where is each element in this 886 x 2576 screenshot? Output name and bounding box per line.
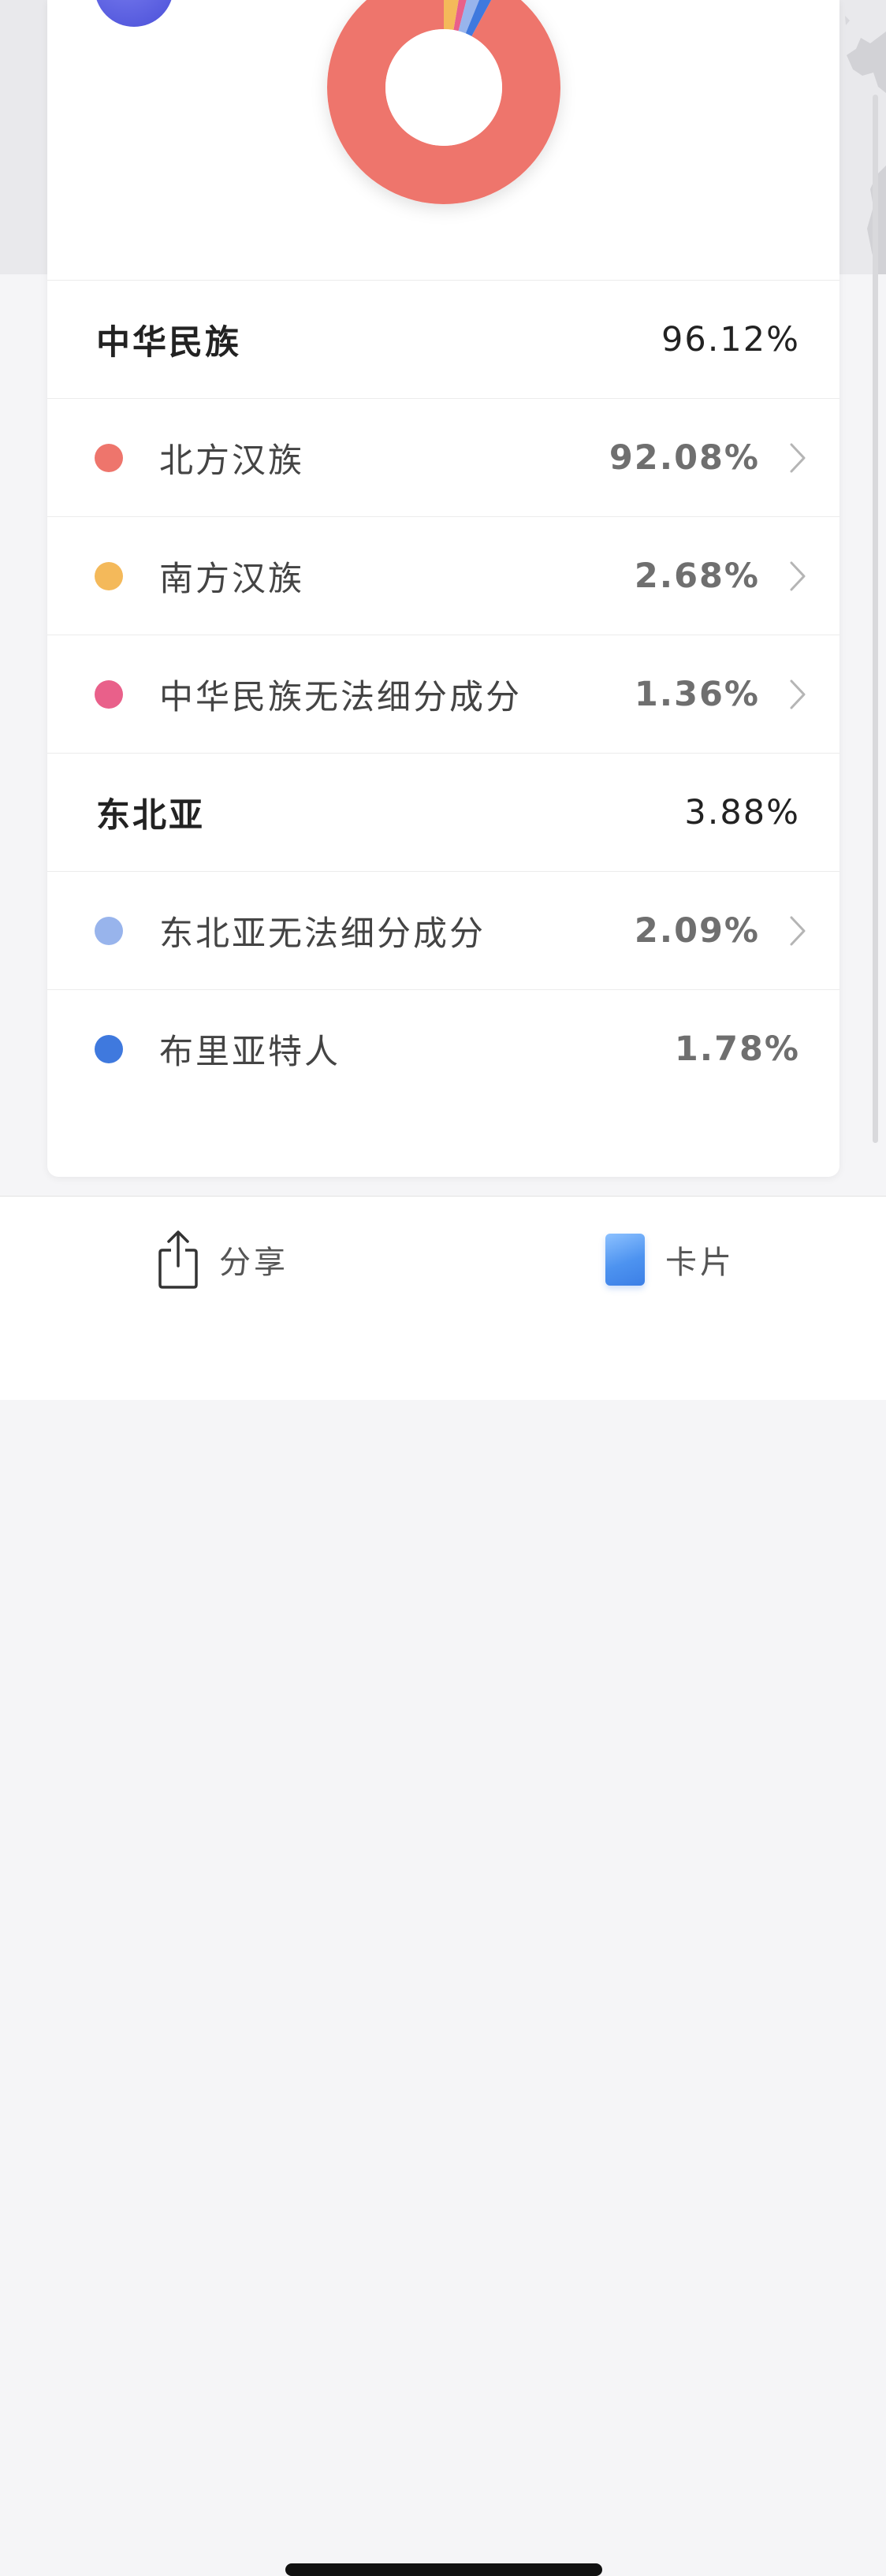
legend-dot [95,561,123,590]
composition-donut-chart [327,0,560,204]
group-row: 中华民族 96.12% [47,280,839,398]
component-name: 南方汉族 [159,559,304,599]
chevron-right-icon [790,679,806,709]
donut-hole [385,29,502,146]
card-label: 卡片 [665,1245,735,1281]
card-icon [605,1234,645,1286]
composition-row[interactable]: 中华民族无法细分成分 1.36% [47,635,839,753]
group-percent: 96.12% [661,319,800,359]
legend-dot [95,679,123,709]
composition-row[interactable]: 南方汉族 2.68% [47,516,839,635]
component-name: 中华民族无法细分成分 [159,677,522,717]
group-row: 东北亚 3.88% [47,753,839,871]
composition-row[interactable]: 东北亚无法细分成分 2.09% [47,871,839,989]
group-name: 东北亚 [96,795,205,836]
share-label: 分享 [219,1245,289,1281]
chevron-right-icon [790,916,806,945]
legend-dot [95,1034,123,1063]
legend-dot [95,916,123,945]
avatar [95,0,173,27]
composition-row[interactable]: 北方汉族 92.08% [47,398,839,516]
group-name: 中华民族 [96,322,241,363]
share-icon [158,1230,198,1289]
component-percent: 92.08% [609,437,760,478]
group-percent: 3.88% [684,792,800,832]
composition-list: 中华民族 96.12% 北方汉族 92.08% 南方汉族 2.68% 中华民族无法细分成分 1… [47,280,839,1107]
component-name: 东北亚无法细分成分 [159,914,486,954]
composition-row: 布里亚特人 1.78% [47,989,839,1107]
component-percent: 2.68% [634,556,760,596]
share-button[interactable]: 分享 [158,1228,289,1291]
component-name: 布里亚特人 [159,1032,341,1072]
chevron-right-icon [790,561,806,590]
scroll-indicator[interactable] [873,95,878,1143]
component-name: 北方汉族 [159,441,304,481]
component-percent: 2.09% [634,910,760,951]
map-decoration [845,16,886,274]
component-percent: 1.36% [634,674,760,714]
legend-dot [95,443,123,472]
card-button[interactable]: 卡片 [605,1228,735,1291]
bottom-action-bar: 分享 卡片 [0,1196,886,2576]
chevron-right-icon [790,443,806,472]
component-percent: 1.78% [674,1029,800,1069]
ancestry-card: 中华民族 96.12% 北方汉族 92.08% 南方汉族 2.68% 中华民族无法细分成分 1… [47,0,839,1177]
home-indicator [285,2563,602,2576]
